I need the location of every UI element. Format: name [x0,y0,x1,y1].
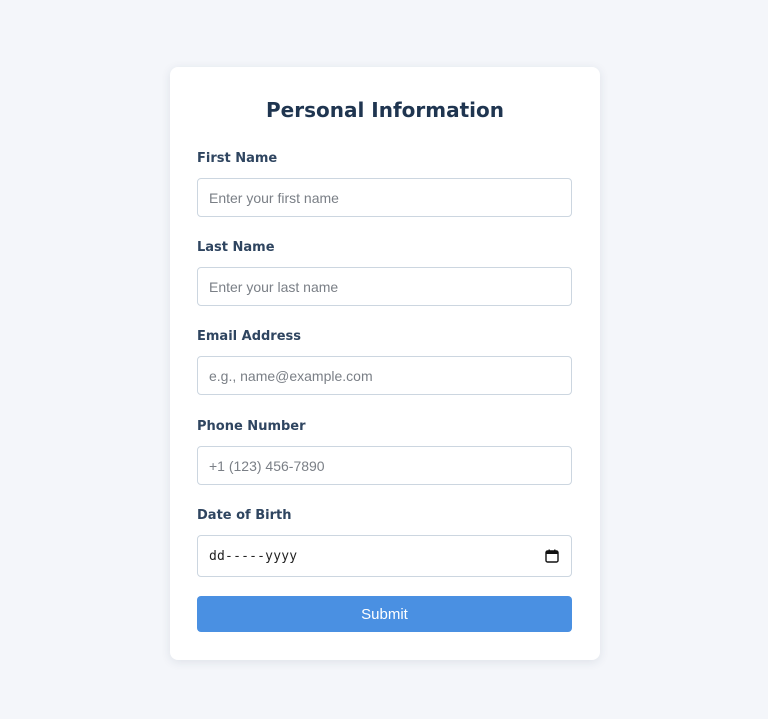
calendar-icon[interactable] [545,549,559,563]
form-title: Personal Information [266,98,504,122]
dob-group: Date of Birth dd-----yyyy [197,508,572,577]
last-name-input[interactable] [197,267,572,306]
last-name-label: Last Name [197,240,275,255]
last-name-group: Last Name [197,240,572,306]
email-group: Email Address [197,329,572,395]
email-label: Email Address [197,329,302,344]
email-input[interactable] [197,356,572,395]
dob-format-text: dd-----yyyy [209,548,298,564]
phone-group: Phone Number [197,419,572,485]
first-name-group: First Name [197,151,572,217]
first-name-label: First Name [197,151,278,166]
first-name-input[interactable] [197,178,572,217]
dob-label: Date of Birth [197,508,292,523]
phone-label: Phone Number [197,419,306,434]
submit-button[interactable]: Submit [197,596,572,632]
phone-input[interactable] [197,446,572,485]
dob-input[interactable]: dd-----yyyy [197,535,572,577]
personal-info-card: Personal Information First Name Last Nam… [170,67,600,660]
